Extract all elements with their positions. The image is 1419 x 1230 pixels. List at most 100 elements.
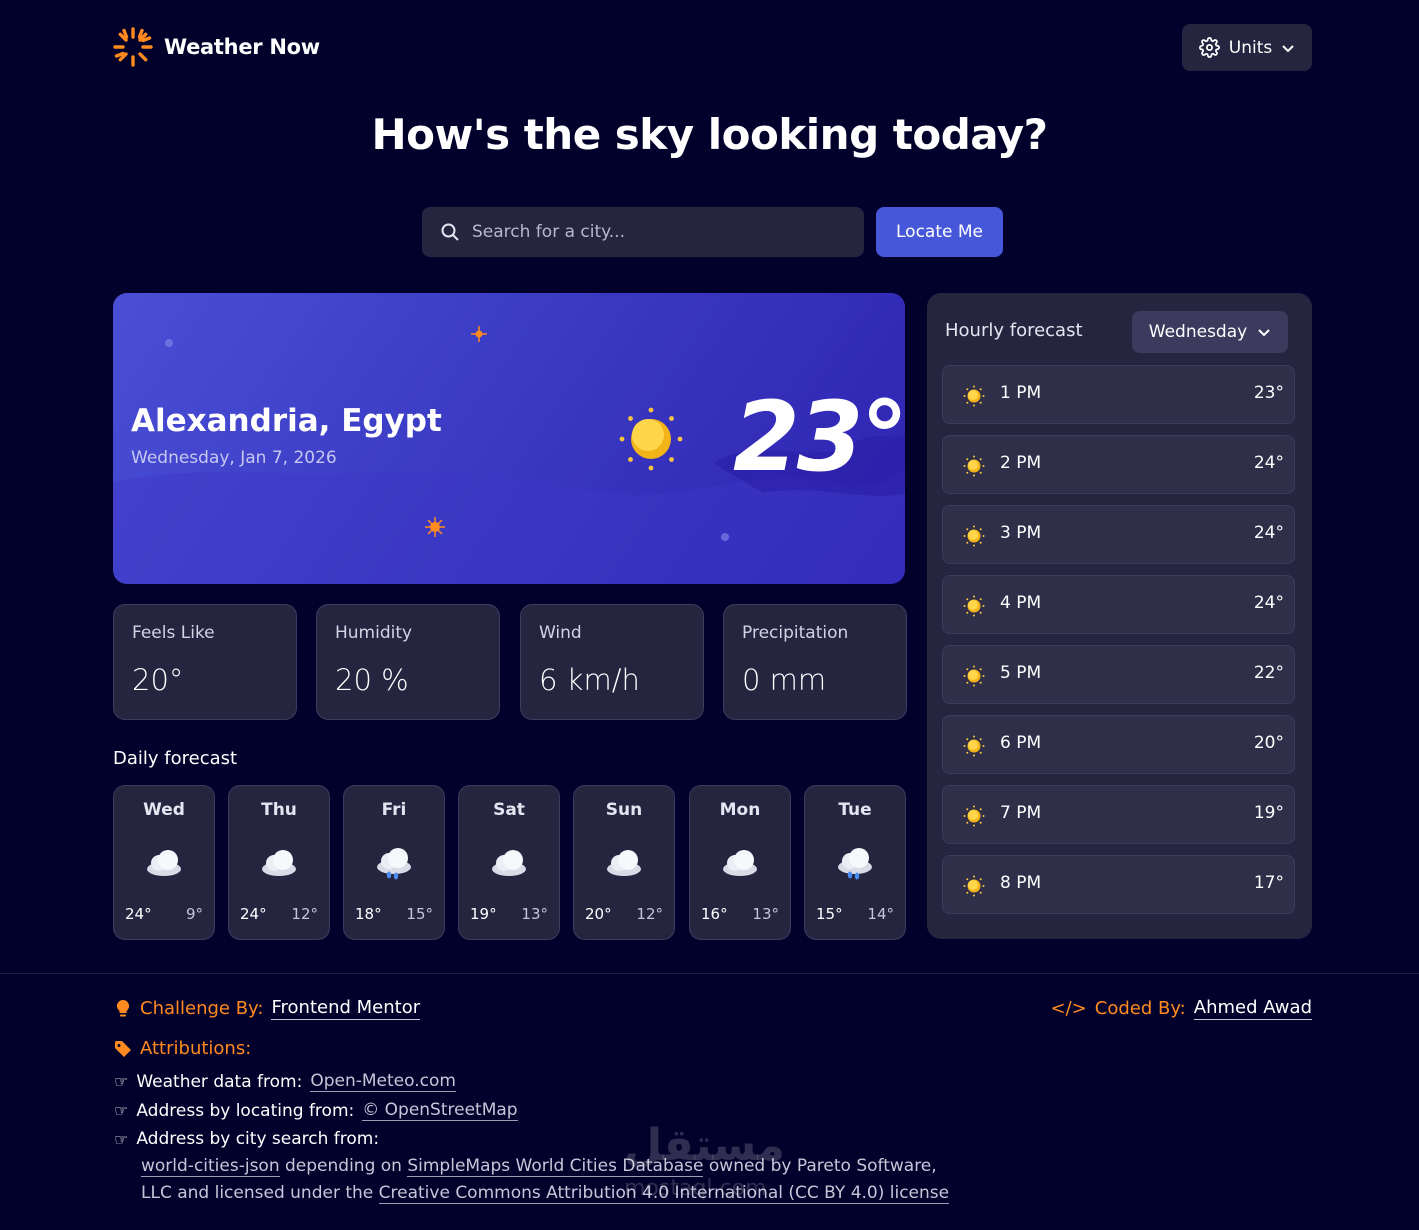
day-select-dropdown[interactable]: Wednesday (1132, 311, 1288, 353)
sun-icon (619, 407, 683, 471)
challenge-label: Challenge By: (140, 998, 264, 1019)
sun-icon (963, 455, 985, 477)
current-temperature: 23° (733, 381, 905, 493)
attribution-text: depending on (285, 1156, 402, 1176)
openstreetmap-link[interactable]: © OpenStreetMap (362, 1100, 518, 1121)
daily-card-sun: Sun 20° 12° (573, 785, 675, 940)
day-high: 19° (470, 905, 497, 923)
day-low: 14° (867, 905, 894, 923)
stat-label: Feels Like (132, 623, 215, 643)
sun-icon (963, 385, 985, 407)
day-high: 15° (816, 905, 843, 923)
stat-value: 6 km/h (539, 663, 640, 697)
attribution-label: Weather data from: (136, 1071, 303, 1092)
frontend-mentor-link[interactable]: Frontend Mentor (271, 997, 421, 1020)
daily-card-thu: Thu 24° 12° (228, 785, 330, 940)
hour-time: 3 PM (1000, 523, 1042, 543)
search-box[interactable] (422, 207, 864, 257)
current-date: Wednesday, Jan 7, 2026 (131, 448, 337, 468)
stat-label: Humidity (335, 623, 413, 643)
stat-feels-like: Feels Like 20° (113, 604, 297, 720)
day-high: 16° (701, 905, 728, 923)
cloud-icon (262, 850, 296, 876)
footer-divider (0, 973, 1419, 974)
hour-time: 1 PM (1000, 383, 1042, 403)
day-name: Fri (381, 800, 407, 820)
hour-temp: 22° (1253, 663, 1284, 683)
hour-temp: 17° (1253, 873, 1284, 893)
hourly-row: 5 PM 22° (942, 645, 1295, 704)
stat-value: 20° (132, 663, 184, 697)
daily-card-wed: Wed 24° 9° (113, 785, 215, 940)
author-link[interactable]: Ahmed Awad (1193, 997, 1312, 1020)
page-title: How's the sky looking today? (371, 110, 1048, 159)
hourly-forecast-title: Hourly forecast (945, 320, 1083, 341)
day-high: 20° (585, 905, 612, 923)
attribution-city-details: world-cities-json depending on SimpleMap… (141, 1153, 961, 1207)
daily-card-sat: Sat 19° 13° (458, 785, 560, 940)
stat-value: 0 mm (742, 663, 827, 697)
hour-temp: 20° (1253, 733, 1284, 753)
hour-temp: 24° (1253, 453, 1284, 473)
challenge-credit: Challenge By: Frontend Mentor (114, 997, 421, 1020)
hour-time: 6 PM (1000, 733, 1042, 753)
day-high: 24° (125, 905, 152, 923)
hourly-row: 2 PM 24° (942, 435, 1295, 494)
day-name: Sat (493, 800, 525, 820)
cloud-icon (492, 850, 526, 876)
hour-temp: 19° (1253, 803, 1284, 823)
attribution-text: LLC and licensed under the (141, 1183, 374, 1203)
attributions-heading: Attributions: (114, 1038, 251, 1059)
stat-label: Wind (539, 623, 582, 643)
hourly-row: 1 PM 23° (942, 365, 1295, 424)
day-select-value: Wednesday (1148, 322, 1248, 342)
hour-time: 2 PM (1000, 453, 1042, 473)
day-name: Sun (605, 800, 643, 820)
hourly-row: 8 PM 17° (942, 855, 1295, 914)
chevron-down-icon (1258, 329, 1270, 337)
day-name: Thu (261, 800, 297, 820)
pointing-hand-icon: ☞ (114, 1101, 129, 1120)
day-low: 15° (406, 905, 433, 923)
gear-icon (1198, 37, 1220, 58)
sun-icon (963, 875, 985, 897)
day-low: 13° (521, 905, 548, 923)
day-low: 12° (291, 905, 318, 923)
locate-me-button[interactable]: Locate Me (876, 207, 1003, 257)
search-icon (441, 223, 459, 241)
hour-time: 4 PM (1000, 593, 1042, 613)
daily-card-mon: Mon 16° 13° (689, 785, 791, 940)
hour-time: 5 PM (1000, 663, 1042, 683)
attribution-label: Address by locating from: (136, 1100, 355, 1121)
pointing-hand-icon: ☞ (114, 1129, 129, 1149)
day-name: Wed (143, 800, 185, 820)
hour-time: 7 PM (1000, 803, 1042, 823)
hourly-forecast-panel: Hourly forecast Wednesday 1 PM 23° 2 PM … (927, 293, 1312, 939)
attribution-locating: ☞ Address by locating from: © OpenStreet… (114, 1100, 518, 1121)
sun-icon (963, 525, 985, 547)
units-button[interactable]: Units (1182, 24, 1312, 71)
world-cities-json-link[interactable]: world-cities-json (141, 1156, 280, 1177)
day-high: 24° (240, 905, 267, 923)
logo-text: Weather Now (164, 35, 320, 59)
day-name: Mon (719, 800, 761, 820)
watermark-logo: مستقل (624, 1120, 785, 1171)
day-high: 18° (355, 905, 382, 923)
day-low: 9° (185, 905, 203, 923)
chevron-down-icon (1282, 44, 1294, 52)
hour-temp: 24° (1253, 523, 1284, 543)
open-meteo-link[interactable]: Open-Meteo.com (310, 1071, 456, 1092)
logo-sun-icon (113, 27, 153, 67)
stat-humidity: Humidity 20 % (316, 604, 500, 720)
sun-icon (963, 595, 985, 617)
daily-card-tue: Tue 15° 14° (804, 785, 906, 940)
hour-temp: 23° (1253, 383, 1284, 403)
attributions-label: Attributions: (140, 1038, 252, 1059)
watermark-url: mostaql.com (624, 1176, 767, 1201)
search-input[interactable] (472, 222, 852, 242)
day-low: 12° (636, 905, 663, 923)
stat-label: Precipitation (742, 623, 849, 643)
logo[interactable]: Weather Now (112, 26, 320, 68)
attribution-weather: ☞ Weather data from: Open-Meteo.com (114, 1071, 456, 1092)
tag-icon (115, 1040, 131, 1057)
